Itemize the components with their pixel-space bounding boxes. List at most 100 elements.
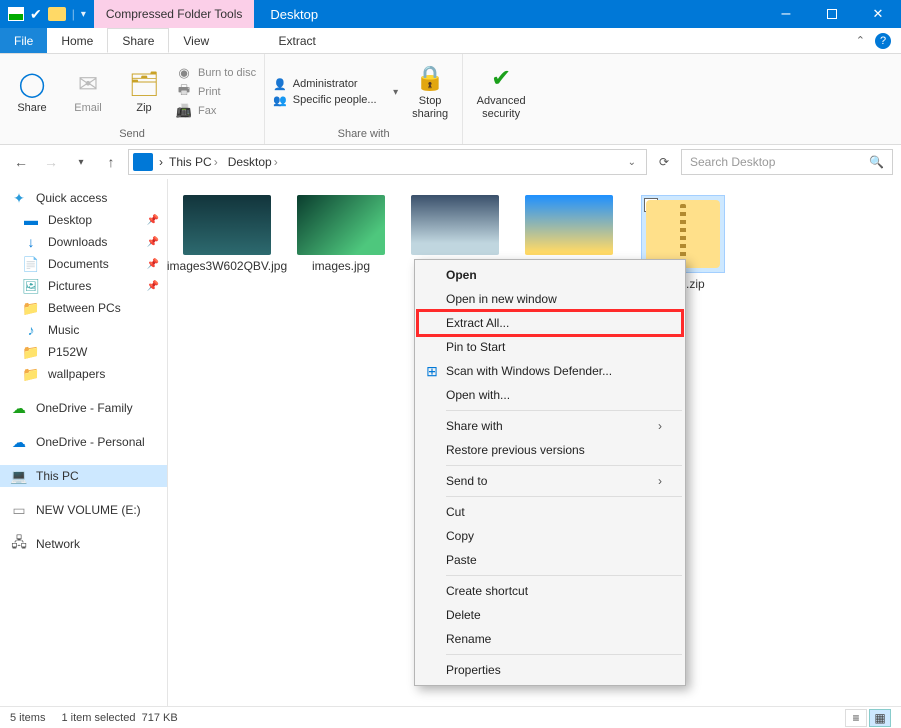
disc-icon: ◉ xyxy=(176,65,192,81)
tab-share[interactable]: Share xyxy=(107,28,169,53)
zip-icon xyxy=(646,200,720,268)
status-bar: 5 items 1 item selected 717 KB ≡ ▦ xyxy=(0,706,901,728)
breadcrumb-desktop[interactable]: Desktop xyxy=(228,155,272,169)
file-item[interactable]: images3W602QBV.jpg xyxy=(180,195,274,291)
window-title: Desktop xyxy=(254,7,334,22)
tab-view[interactable]: View xyxy=(169,28,223,53)
menu-item-extract-all[interactable]: Extract All... xyxy=(418,311,682,335)
image-thumbnail xyxy=(525,195,613,255)
search-icon: 🔍 xyxy=(869,155,884,169)
email-button[interactable]: ✉ Email xyxy=(64,59,112,125)
print-button[interactable]: 🖶Print xyxy=(176,84,256,100)
sidebar-onedrive-personal[interactable]: ☁OneDrive - Personal xyxy=(0,431,167,453)
explorer-icon[interactable] xyxy=(8,7,24,21)
star-icon: ✦ xyxy=(10,190,28,206)
nav-bar: ← → ▾ ↑ › This PC › Desktop › ⌄ ⟳ Search… xyxy=(0,145,901,179)
sidebar-item-desktop[interactable]: ▬Desktop📌 xyxy=(0,209,167,231)
print-label: Print xyxy=(198,86,221,98)
minimize-ribbon-icon[interactable]: ⌃ xyxy=(856,34,865,47)
sidebar-volume-e[interactable]: ▭NEW VOLUME (E:) xyxy=(0,499,167,521)
menu-item-delete[interactable]: Delete xyxy=(418,603,682,627)
menu-item-open-with[interactable]: Open with... xyxy=(418,383,682,407)
menu-item-open-new-window[interactable]: Open in new window xyxy=(418,287,682,311)
menu-item-share-with[interactable]: Share with› xyxy=(418,414,682,438)
burn-to-disc-button[interactable]: ◉ Burn to disc xyxy=(176,65,256,81)
share-administrator-button[interactable]: 👤Administrator xyxy=(273,78,385,91)
sidebar-item-p152w[interactable]: 📁P152W xyxy=(0,341,167,363)
address-bar[interactable]: › This PC › Desktop › ⌄ xyxy=(128,149,647,175)
address-dropdown-icon[interactable]: ⌄ xyxy=(622,157,642,168)
zip-button[interactable]: 🗂 Zip xyxy=(120,59,168,125)
view-icons-button[interactable]: ▦ xyxy=(869,709,891,727)
menu-item-send-to[interactable]: Send to› xyxy=(418,469,682,493)
share-button-label: Share xyxy=(17,102,46,114)
sidebar-network[interactable]: 🖧Network xyxy=(0,533,167,555)
fax-label: Fax xyxy=(198,105,216,117)
burn-label: Burn to disc xyxy=(198,67,256,79)
pictures-icon: 🖼 xyxy=(22,278,40,294)
qat-customize-icon[interactable]: ▾ xyxy=(81,9,86,20)
tab-extract[interactable]: Extract xyxy=(223,28,371,53)
ribbon: ◯ Share ✉ Email 🗂 Zip ◉ Burn to disc 🖶Pri… xyxy=(0,54,901,145)
stop-sharing-button[interactable]: 🔒 Stop sharing xyxy=(406,59,454,125)
share-specific-people-button[interactable]: 👥Specific people... xyxy=(273,94,385,107)
fax-icon: 📠 xyxy=(176,103,192,119)
menu-item-copy[interactable]: Copy xyxy=(418,524,682,548)
forward-button[interactable]: → xyxy=(38,149,64,175)
help-icon[interactable]: ? xyxy=(875,33,891,49)
sidebar-item-documents[interactable]: 📄Documents📌 xyxy=(0,253,167,275)
group-label-send: Send xyxy=(0,126,264,144)
sidebar-item-between-pcs[interactable]: 📁Between PCs xyxy=(0,297,167,319)
advanced-security-button[interactable]: ✔ Advanced security xyxy=(471,59,531,125)
pin-icon: 📌 xyxy=(147,215,159,226)
sidebar-quick-access[interactable]: ✦Quick access xyxy=(0,187,167,209)
sidebar-this-pc[interactable]: 💻This PC xyxy=(0,465,167,487)
menu-item-properties[interactable]: Properties xyxy=(418,658,682,682)
back-button[interactable]: ← xyxy=(8,149,34,175)
documents-icon: 📄 xyxy=(22,256,40,272)
pin-icon: 📌 xyxy=(147,259,159,270)
refresh-button[interactable]: ⟳ xyxy=(651,149,677,175)
qat-check-icon[interactable]: ✔ xyxy=(30,6,42,23)
menu-separator xyxy=(446,465,682,466)
minimize-button[interactable] xyxy=(763,0,809,28)
tab-file[interactable]: File xyxy=(0,28,47,53)
zip-button-label: Zip xyxy=(136,102,151,114)
contextual-tab-label: Compressed Folder Tools xyxy=(94,0,255,28)
close-button[interactable] xyxy=(855,0,901,28)
fax-button[interactable]: 📠 Fax xyxy=(176,103,256,119)
qat-sep: | xyxy=(72,7,75,21)
menu-item-rename[interactable]: Rename xyxy=(418,627,682,651)
tab-home[interactable]: Home xyxy=(47,28,107,53)
sidebar-item-pictures[interactable]: 🖼Pictures📌 xyxy=(0,275,167,297)
file-item[interactable]: images.jpg xyxy=(294,195,388,291)
share-icon: ◯ xyxy=(18,71,46,99)
search-input[interactable]: Search Desktop 🔍 xyxy=(681,149,893,175)
maximize-button[interactable] xyxy=(809,0,855,28)
sidebar-item-music[interactable]: ♪Music xyxy=(0,319,167,341)
menu-item-scan-defender[interactable]: ⊞Scan with Windows Defender... xyxy=(418,359,682,383)
file-list[interactable]: images3W602QBV.jpg images.jpg ✔ xv6k.zip xyxy=(168,179,901,706)
sidebar-onedrive-family[interactable]: ☁OneDrive - Family xyxy=(0,397,167,419)
menu-item-cut[interactable]: Cut xyxy=(418,500,682,524)
qat-folder-icon[interactable] xyxy=(48,7,66,21)
stop-sharing-label: Stop sharing xyxy=(412,95,448,119)
menu-item-restore-versions[interactable]: Restore previous versions xyxy=(418,438,682,462)
menu-item-pin-to-start[interactable]: Pin to Start xyxy=(418,335,682,359)
breadcrumb-this-pc[interactable]: This PC xyxy=(169,155,212,169)
menu-separator xyxy=(446,654,682,655)
menu-item-create-shortcut[interactable]: Create shortcut xyxy=(418,579,682,603)
ribbon-group-share-with: 👤Administrator 👥Specific people... ▾ 🔒 S… xyxy=(265,54,463,144)
status-size: 717 KB xyxy=(142,712,178,724)
share-with-more-icon[interactable]: ▾ xyxy=(393,87,398,98)
up-button[interactable]: ↑ xyxy=(98,149,124,175)
share-button[interactable]: ◯ Share xyxy=(8,59,56,125)
view-details-button[interactable]: ≡ xyxy=(845,709,867,727)
recent-locations-button[interactable]: ▾ xyxy=(68,149,94,175)
sidebar-item-downloads[interactable]: ↓Downloads📌 xyxy=(0,231,167,253)
menu-item-open[interactable]: Open xyxy=(418,263,682,287)
menu-item-paste[interactable]: Paste xyxy=(418,548,682,572)
sidebar-item-wallpapers[interactable]: 📁wallpapers xyxy=(0,363,167,385)
ribbon-group-advanced: ✔ Advanced security xyxy=(463,54,539,144)
pin-icon: 📌 xyxy=(147,281,159,292)
